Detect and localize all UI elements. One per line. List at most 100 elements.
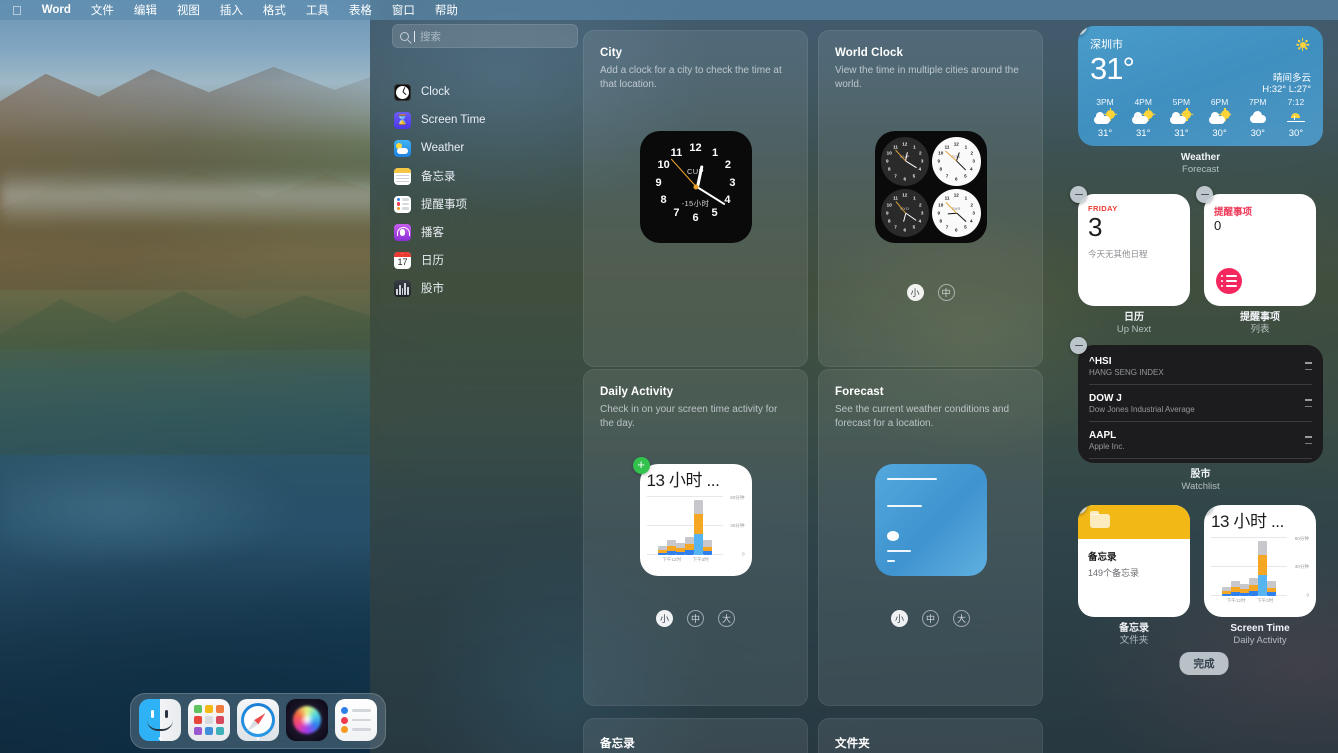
widget-card-world-clock[interactable]: World Clock View the time in multiple ci… <box>818 30 1043 367</box>
size-option-small[interactable]: 小 <box>906 284 924 301</box>
menu-item-word[interactable]: Word <box>32 4 81 16</box>
added-widget-stocks[interactable]: ^HSI HANG SENG INDEX DOW J Dow Jones Ind… <box>1070 337 1323 493</box>
forecast-widget-preview[interactable] <box>874 464 987 576</box>
size-option-large[interactable]: 大 <box>953 610 970 627</box>
added-widgets-column: 深圳市 31° 晴间多云 H:32° L:27° 3PM 31° 4PM 31°… <box>1070 0 1338 753</box>
notes-header <box>1078 505 1190 539</box>
reminders-widget[interactable]: 提醒事项 0 <box>1196 186 1316 306</box>
screen-time-bar-chart: 60分钟 30分钟 0 <box>1211 535 1309 597</box>
menu-item-insert[interactable]: 插入 <box>210 2 253 18</box>
y-tick-label: 60分钟 <box>730 494 745 500</box>
y-tick-label: 60分钟 <box>1294 535 1309 541</box>
reminders-count: 0 <box>1214 218 1222 233</box>
dock-item-siri[interactable] <box>286 699 328 741</box>
stocks-widget[interactable]: ^HSI HANG SENG INDEX DOW J Dow Jones Ind… <box>1070 337 1323 463</box>
widget-card-notes-note[interactable]: 备忘录 Get quick access to one of your note… <box>583 718 808 753</box>
search-input[interactable]: 搜索 <box>392 24 578 48</box>
clock-widget-preview[interactable]: 12 1 2 3 4 5 6 7 8 9 10 11 CUP -15小时 <box>639 131 752 243</box>
sidebar-item-label: Clock <box>421 86 450 98</box>
text-caret <box>414 30 415 42</box>
running-indicator <box>256 736 260 740</box>
caption-secondary: 列表 <box>1250 324 1270 335</box>
sidebar-item-calendar[interactable]: ··· 17 日历 <box>382 246 582 274</box>
stock-name: Dow Jones Industrial Average <box>1089 404 1195 414</box>
menu-item-view[interactable]: 视图 <box>167 2 210 18</box>
widget-card-city[interactable]: City Add a clock for a city to check the… <box>583 30 808 367</box>
dock-item-launchpad[interactable] <box>188 699 230 741</box>
chart-x-axis: 下午12时 下午3时 <box>1211 598 1309 604</box>
weather-hour-cell: 7PM 30° <box>1241 97 1275 139</box>
menu-item-tools[interactable]: 工具 <box>296 2 339 18</box>
mini-clock-cup: 121 23 45 67 89 1011 CUP <box>880 137 929 186</box>
screen-time-heading: 13 小时 ... <box>646 471 720 490</box>
notes-title: 备忘录 <box>1088 552 1117 563</box>
sidebar-item-screen-time[interactable]: ⌛ Screen Time <box>382 106 582 134</box>
screen-time-widget-preview[interactable]: + 13 小时 ... 60分钟 30分钟 0 下午12时 下午3时 <box>632 457 752 576</box>
stock-values <box>1305 436 1312 444</box>
stocks-app-icon <box>394 279 411 297</box>
added-widget-weather[interactable]: 深圳市 31° 晴间多云 H:32° L:27° 3PM 31° 4PM 31°… <box>1078 26 1323 176</box>
mini-clock-tok: 121 23 45 67 89 1011 TOK <box>932 137 981 186</box>
remove-widget-button[interactable] <box>1070 186 1087 203</box>
dock-item-reminders[interactable] <box>335 699 377 741</box>
menu-item-file[interactable]: 文件 <box>81 2 124 18</box>
notes-widget[interactable]: 备忘录 149个备忘录 <box>1078 505 1190 617</box>
menu-item-window[interactable]: 窗口 <box>382 2 425 18</box>
weather-hour-cell: 6PM 30° <box>1203 97 1237 139</box>
widget-card-daily-activity[interactable]: Daily Activity Check in on your screen t… <box>583 369 808 706</box>
remove-widget-button[interactable] <box>1070 337 1087 354</box>
added-widget-notes[interactable]: 备忘录 149个备忘录 备忘录 文件夹 <box>1078 505 1190 647</box>
weather-city: 深圳市 <box>1090 39 1123 51</box>
hour-temp: 30° <box>1250 128 1265 139</box>
world-clock-widget-preview[interactable]: 121 23 45 67 89 1011 CUP 121 23 <box>874 131 987 243</box>
weather-hour-cell: 7:12 30° <box>1279 97 1313 139</box>
added-widget-reminders[interactable]: 提醒事项 0 提醒事项 列表 <box>1196 186 1316 336</box>
widget-card-notes-folder[interactable]: 文件夹 Get quick access to one of your Note… <box>818 718 1043 753</box>
size-option-medium[interactable]: 中 <box>687 610 704 627</box>
sidebar-item-clock[interactable]: Clock <box>382 78 582 106</box>
menu-item-table[interactable]: 表格 <box>339 2 382 18</box>
menu-item-help[interactable]: 帮助 <box>425 2 468 18</box>
stock-row: AAPL Apple Inc. <box>1089 422 1312 459</box>
dock-item-safari[interactable] <box>237 699 279 741</box>
sidebar-item-label: 日历 <box>421 255 444 267</box>
hour-temp: 30° <box>1212 128 1227 139</box>
add-widget-icon[interactable]: + <box>632 457 650 474</box>
sidebar-item-podcasts[interactable]: 播客 <box>382 218 582 246</box>
sidebar-item-label: Weather <box>421 142 465 154</box>
added-widget-screen-time[interactable]: 13 小时 ... 60分钟 30分钟 0 下午12时 下午3时 Screen … <box>1204 505 1316 647</box>
remove-widget-button[interactable] <box>1078 26 1087 35</box>
widget-card-forecast[interactable]: Forecast See the current weather conditi… <box>818 369 1043 706</box>
sidebar-item-notes[interactable]: 备忘录 <box>382 162 582 190</box>
menu-item-format[interactable]: 格式 <box>253 2 296 18</box>
weather-widget[interactable]: 深圳市 31° 晴间多云 H:32° L:27° 3PM 31° 4PM 31°… <box>1078 26 1323 146</box>
caption-secondary: Watchlist <box>1181 481 1220 492</box>
calendar-widget[interactable]: FRIDAY 3 今天无其他日程 <box>1070 186 1190 306</box>
weather-condition: 晴间多云 <box>1272 73 1311 84</box>
sidebar-item-reminders[interactable]: 提醒事项 <box>382 190 582 218</box>
size-option-medium[interactable]: 中 <box>937 284 955 301</box>
size-option-small[interactable]: 小 <box>891 610 908 627</box>
card-description: View the time in multiple cities around … <box>835 65 1019 90</box>
partly-cloudy-icon <box>1170 108 1192 125</box>
card-title: 文件夹 <box>835 738 870 750</box>
sidebar-item-stocks[interactable]: 股市 <box>382 274 582 302</box>
added-widget-calendar[interactable]: FRIDAY 3 今天无其他日程 日历 Up Next <box>1070 186 1190 336</box>
weather-hour-cell: 4PM 31° <box>1126 97 1160 139</box>
screen-time-widget[interactable]: 13 小时 ... 60分钟 30分钟 0 下午12时 下午3时 <box>1204 505 1316 617</box>
card-title: Daily Activity <box>600 386 674 398</box>
x-tick-label: 下午3时 <box>1256 597 1274 603</box>
menu-item-edit[interactable]: 编辑 <box>124 2 167 18</box>
size-option-large[interactable]: 大 <box>718 610 735 627</box>
widget-gallery-panel: 搜索 Clock ⌛ Screen Time Weather 备忘录 提醒事项 … <box>370 0 1338 753</box>
size-option-small[interactable]: 小 <box>656 610 673 627</box>
stock-values <box>1305 362 1312 370</box>
dock-item-finder[interactable] <box>139 699 181 741</box>
done-button[interactable]: 完成 <box>1179 652 1229 675</box>
sidebar-item-weather[interactable]: Weather <box>382 134 582 162</box>
apple-logo-icon[interactable]:  <box>8 4 32 17</box>
finder-face-icon <box>139 699 181 741</box>
weather-hourly-row: 3PM 31° 4PM 31° 5PM 31° 6PM 30° 7PM 30° … <box>1088 97 1313 139</box>
size-option-medium[interactable]: 中 <box>922 610 939 627</box>
remove-widget-button[interactable] <box>1196 186 1213 203</box>
